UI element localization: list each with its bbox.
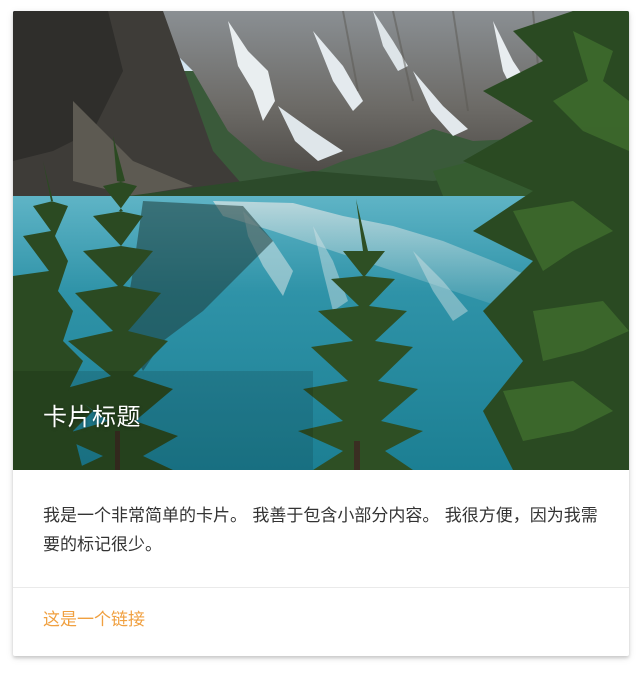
card-action: 这是一个链接 (13, 588, 629, 656)
card: 卡片标题 我是一个非常简单的卡片。 我善于包含小部分内容。 我很方便，因为我需要… (13, 11, 629, 656)
card-image: 卡片标题 (13, 11, 629, 470)
card-text: 我是一个非常简单的卡片。 我善于包含小部分内容。 我很方便，因为我需要的标记很少… (43, 506, 598, 555)
card-title: 卡片标题 (43, 403, 141, 431)
card-link[interactable]: 这是一个链接 (43, 610, 145, 630)
card-content: 我是一个非常简单的卡片。 我善于包含小部分内容。 我很方便，因为我需要的标记很少… (13, 470, 629, 588)
